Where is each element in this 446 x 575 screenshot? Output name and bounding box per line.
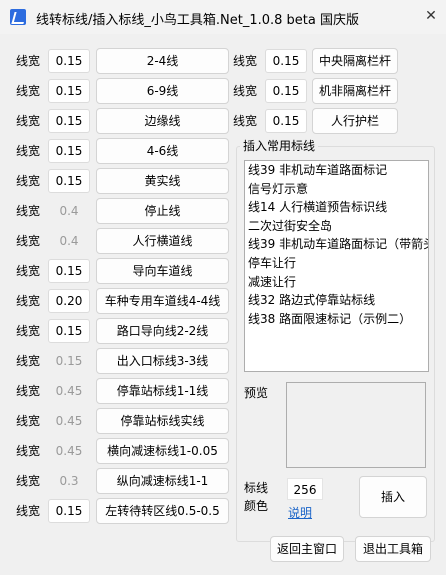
line-width-input[interactable]: 0.4 xyxy=(48,229,90,253)
line-width-input[interactable]: 0.45 xyxy=(48,439,90,463)
color-label-line1: 标线 xyxy=(244,481,269,495)
list-item[interactable]: 线32 路边式停靠站标线 xyxy=(245,291,428,310)
list-item[interactable]: 线14 人行横道预告标识线 xyxy=(245,198,428,217)
marking-button[interactable]: 停靠站标线1-1线 xyxy=(96,378,229,404)
marking-button[interactable]: 2-4线 xyxy=(96,48,229,74)
list-item[interactable]: 线39 非机动车道路面标记 xyxy=(245,161,428,180)
marking-button[interactable]: 导向车道线 xyxy=(96,258,229,284)
railing-button[interactable]: 中央隔离栏杆 xyxy=(312,48,398,74)
marking-button[interactable]: 6-9线 xyxy=(96,78,229,104)
line-width-input[interactable]: 0.45 xyxy=(48,379,90,403)
marking-button[interactable]: 4-6线 xyxy=(96,138,229,164)
insert-button[interactable]: 插入 xyxy=(359,476,427,518)
list-item[interactable]: 线38 路面限速标记（示例二） xyxy=(245,310,428,329)
line-width-input[interactable]: 0.15 xyxy=(48,319,90,343)
line-width-input[interactable]: 0.15 xyxy=(48,109,90,133)
window-title: 线转标线/插入标线_小鸟工具箱.Net_1.0.8 beta 国庆版 xyxy=(36,13,359,28)
line-width-input[interactable]: 0.15 xyxy=(48,79,90,103)
color-value-field[interactable]: 256 xyxy=(287,478,323,500)
marking-button[interactable]: 停止线 xyxy=(96,198,229,224)
railing-width-input[interactable]: 0.15 xyxy=(265,49,307,73)
close-icon[interactable]: ✕ xyxy=(422,7,440,25)
railing-width-input[interactable]: 0.15 xyxy=(265,109,307,133)
title-bar: 线转标线/插入标线_小鸟工具箱.Net_1.0.8 beta 国庆版 ✕ xyxy=(0,0,446,34)
line-width-input[interactable]: 0.4 xyxy=(48,199,90,223)
railing-button[interactable]: 人行护栏 xyxy=(312,108,398,134)
line-width-input[interactable]: 0.15 xyxy=(48,259,90,283)
marking-button[interactable]: 黄实线 xyxy=(96,168,229,194)
marking-button[interactable]: 路口导向线2-2线 xyxy=(96,318,229,344)
line-width-input[interactable]: 0.3 xyxy=(48,469,90,493)
railing-button[interactable]: 机非隔离栏杆 xyxy=(312,78,398,104)
railing-width-input[interactable]: 0.15 xyxy=(265,79,307,103)
color-label-line2: 颜色 xyxy=(244,499,269,513)
marking-button[interactable]: 车种专用车道线4-4线 xyxy=(96,288,229,314)
preview-label: 预览 xyxy=(244,386,269,400)
marking-button[interactable]: 人行横道线 xyxy=(96,228,229,254)
marking-button[interactable]: 停靠站标线实线 xyxy=(96,408,229,434)
list-item[interactable]: 减速让行 xyxy=(245,273,428,292)
list-item[interactable]: 线39 非机动车道路面标记（带箭头） xyxy=(245,235,428,254)
line-width-input[interactable]: 0.45 xyxy=(48,409,90,433)
insert-group-title: 插入常用标线 xyxy=(240,139,319,153)
marking-button[interactable]: 纵向减速标线1-1 xyxy=(96,468,229,494)
marking-button[interactable]: 边缘线 xyxy=(96,108,229,134)
list-item[interactable]: 信号灯示意 xyxy=(245,180,428,199)
line-width-input[interactable]: 0.15 xyxy=(48,349,90,373)
line-width-input[interactable]: 0.20 xyxy=(48,289,90,313)
line-width-input[interactable]: 0.15 xyxy=(48,499,90,523)
marking-button[interactable]: 横向减速标线1-0.05 xyxy=(96,438,229,464)
common-markings-listbox[interactable]: 线39 非机动车道路面标记 信号灯示意 线14 人行横道预告标识线 二次过街安全岛 线3… xyxy=(244,160,429,372)
list-item[interactable]: 二次过街安全岛 xyxy=(245,217,428,236)
return-main-window-button[interactable]: 返回主窗口 xyxy=(270,536,344,562)
exit-toolbox-button[interactable]: 退出工具箱 xyxy=(355,536,431,562)
app-icon xyxy=(10,9,26,25)
marking-button[interactable]: 出入口标线3-3线 xyxy=(96,348,229,374)
help-link[interactable]: 说明 xyxy=(288,504,312,521)
list-item[interactable]: 停车让行 xyxy=(245,254,428,273)
marking-button[interactable]: 左转待转区线0.5-0.5 xyxy=(96,498,229,524)
line-width-input[interactable]: 0.15 xyxy=(48,49,90,73)
main-panel: 线宽 0.15 2-4线 线宽 0.15 6-9线 线宽 0.15 边缘线 线宽 0.15 4-6线线… xyxy=(0,34,446,575)
line-width-input[interactable]: 0.15 xyxy=(48,169,90,193)
preview-box xyxy=(286,382,426,468)
line-width-input[interactable]: 0.15 xyxy=(48,139,90,163)
